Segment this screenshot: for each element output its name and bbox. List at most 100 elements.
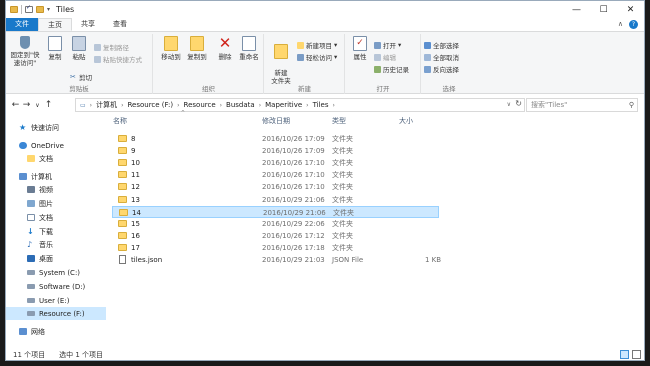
file-row[interactable]: 8 2016/10/26 17:09 文件夹 bbox=[112, 133, 439, 145]
collapse-ribbon-icon[interactable]: ∧ bbox=[618, 20, 623, 29]
select-group-label: 选择 bbox=[442, 85, 456, 93]
open-button[interactable]: 打开 ▾ bbox=[374, 40, 401, 50]
file-row[interactable]: 16 2016/10/26 17:12 文件夹 bbox=[112, 230, 439, 242]
file-row[interactable]: 10 2016/10/26 17:10 文件夹 bbox=[112, 157, 439, 169]
tab-home[interactable]: 主页 bbox=[38, 18, 72, 31]
sidebar-item-documents[interactable]: 文档 bbox=[6, 211, 106, 224]
column-header-date[interactable]: 修改日期 bbox=[262, 114, 290, 128]
move-to-button[interactable]: 移动到 bbox=[158, 36, 184, 61]
file-type: 文件夹 bbox=[332, 243, 353, 252]
drive-icon bbox=[27, 311, 35, 316]
sidebar-item-desktop[interactable]: 桌面 bbox=[6, 252, 106, 265]
file-row[interactable]: 13 2016/10/29 21:06 文件夹 bbox=[112, 194, 439, 206]
sidebar-item-pictures[interactable]: 图片 bbox=[6, 197, 106, 210]
rename-button[interactable]: 重命名 bbox=[236, 36, 262, 61]
video-icon bbox=[27, 186, 35, 193]
easy-access-button[interactable]: 轻松访问 ▾ bbox=[297, 52, 337, 62]
select-none-button[interactable]: 全部取消 bbox=[424, 52, 459, 62]
cut-button[interactable]: ✂ 剪切 bbox=[70, 72, 92, 82]
history-icon bbox=[374, 65, 381, 73]
breadcrumb-resource[interactable]: Resource bbox=[184, 101, 216, 109]
rename-icon bbox=[242, 36, 256, 51]
sidebar-item-onedrive-documents[interactable]: 文档 bbox=[6, 152, 106, 165]
properties-icon[interactable] bbox=[25, 4, 33, 13]
file-date: 2016/10/26 17:10 bbox=[262, 171, 325, 180]
maximize-button[interactable]: ☐ bbox=[590, 1, 617, 18]
back-arrow-icon[interactable]: ← bbox=[10, 100, 21, 110]
column-header-type[interactable]: 类型 bbox=[332, 114, 346, 128]
edit-button[interactable]: 编辑 bbox=[374, 52, 396, 62]
file-name: 11 bbox=[131, 171, 140, 180]
breadcrumb-busdata[interactable]: Busdata bbox=[226, 101, 255, 109]
breadcrumb-resource-drive[interactable]: Resource (F:) bbox=[127, 101, 173, 109]
select-group: 全部选择 全部取消 反向选择 选择 bbox=[422, 34, 476, 94]
tab-share[interactable]: 共享 bbox=[72, 18, 104, 31]
breadcrumb-maperitive[interactable]: Maperitive bbox=[265, 101, 302, 109]
customize-toolbar-dropdown-icon[interactable]: ▾ bbox=[47, 6, 50, 13]
copy-button[interactable]: 复制 bbox=[42, 36, 68, 61]
paste-button[interactable]: 粘贴 bbox=[66, 36, 92, 61]
file-row[interactable]: 14 2016/10/29 21:06 文件夹 bbox=[112, 205, 439, 218]
address-bar[interactable]: ▭ › 计算机 › Resource (F:) › Resource › Bus… bbox=[75, 98, 525, 112]
file-type: 文件夹 bbox=[332, 159, 353, 168]
select-all-button[interactable]: 全部选择 bbox=[424, 40, 459, 50]
status-bar: 11 个项目 选中 1 个项目 bbox=[6, 347, 644, 360]
search-input[interactable]: 搜索"Tiles" ⚲ bbox=[526, 98, 638, 112]
file-date: 2016/10/29 22:06 bbox=[262, 219, 325, 228]
paste-shortcut-button[interactable]: 粘贴快捷方式 bbox=[94, 54, 142, 64]
column-header-name[interactable]: 名称 bbox=[113, 114, 127, 128]
refresh-icon[interactable]: ↻ bbox=[515, 99, 522, 108]
sidebar-item-onedrive[interactable]: OneDrive bbox=[6, 139, 106, 152]
sidebar-item-videos[interactable]: 视频 bbox=[6, 183, 106, 196]
history-button[interactable]: 历史记录 bbox=[374, 64, 409, 74]
folder-icon bbox=[27, 155, 35, 162]
sidebar-item-resource-f[interactable]: Resource (F:) bbox=[6, 307, 106, 320]
drive-icon bbox=[27, 284, 35, 289]
music-note-icon: ♪ bbox=[27, 240, 33, 249]
file-row[interactable]: tiles.json 2016/10/29 21:03 JSON File 1 KB bbox=[112, 254, 441, 266]
tab-view[interactable]: 查看 bbox=[104, 18, 136, 31]
sidebar-item-quick-access[interactable]: ★ 快速访问 bbox=[6, 121, 106, 134]
invert-selection-button[interactable]: 反向选择 bbox=[424, 64, 459, 74]
file-row[interactable]: 17 2016/10/26 17:18 文件夹 bbox=[112, 242, 439, 254]
file-row[interactable]: 9 2016/10/26 17:09 文件夹 bbox=[112, 145, 439, 157]
sidebar-item-computer[interactable]: 计算机 bbox=[6, 170, 106, 183]
sidebar-item-downloads[interactable]: ↓ 下载 bbox=[6, 225, 106, 238]
file-row[interactable]: 11 2016/10/26 17:10 文件夹 bbox=[112, 169, 439, 181]
up-arrow-icon[interactable]: ↑ bbox=[43, 100, 54, 110]
delete-button[interactable]: ✕ 删除 bbox=[212, 36, 238, 62]
breadcrumb-computer[interactable]: 计算机 bbox=[96, 100, 117, 110]
paste-shortcut-icon bbox=[94, 55, 101, 63]
sidebar-item-user-e[interactable]: User (E:) bbox=[6, 294, 106, 307]
breadcrumb-tiles[interactable]: Tiles bbox=[313, 101, 329, 109]
drive-icon bbox=[27, 270, 35, 275]
minimize-button[interactable]: — bbox=[563, 1, 590, 18]
sidebar-item-software-d[interactable]: Software (D:) bbox=[6, 280, 106, 293]
address-dropdown-icon[interactable]: ∨ bbox=[507, 101, 511, 108]
sidebar-item-network[interactable]: 网络 bbox=[6, 325, 106, 338]
pin-to-quick-access-button[interactable]: 固定到"快速访问" bbox=[8, 36, 42, 67]
file-row[interactable]: 12 2016/10/26 17:10 文件夹 bbox=[112, 181, 439, 193]
tab-file[interactable]: 文件 bbox=[6, 18, 38, 31]
column-header-size[interactable]: 大小 bbox=[399, 114, 413, 128]
new-folder-icon[interactable] bbox=[36, 6, 44, 13]
new-item-button[interactable]: 新建项目 ▾ bbox=[297, 40, 337, 50]
close-button[interactable]: ✕ bbox=[617, 1, 644, 18]
file-row[interactable]: 15 2016/10/29 22:06 文件夹 bbox=[112, 218, 439, 230]
recent-locations-dropdown-icon[interactable]: ∨ bbox=[32, 102, 43, 109]
ribbon-tabs: 文件 主页 共享 查看 ∧ ? bbox=[6, 18, 644, 31]
copy-path-button[interactable]: 复制路径 bbox=[94, 42, 129, 52]
item-count: 11 个项目 bbox=[13, 350, 46, 359]
details-view-icon[interactable] bbox=[620, 350, 629, 359]
new-folder-button[interactable]: 新建 文件夹 bbox=[267, 36, 295, 85]
sidebar-item-system-c[interactable]: System (C:) bbox=[6, 266, 106, 279]
large-icons-view-icon[interactable] bbox=[632, 350, 641, 359]
properties-button[interactable]: ✓ 属性 bbox=[347, 36, 373, 61]
copy-to-button[interactable]: 复制到 bbox=[184, 36, 210, 61]
breadcrumb-separator-icon: › bbox=[306, 101, 309, 109]
help-icon[interactable]: ? bbox=[629, 20, 638, 29]
json-file-icon bbox=[119, 255, 126, 264]
sidebar-item-music[interactable]: ♪ 音乐 bbox=[6, 238, 106, 251]
forward-arrow-icon[interactable]: → bbox=[21, 100, 32, 110]
clipboard-icon bbox=[72, 36, 86, 51]
